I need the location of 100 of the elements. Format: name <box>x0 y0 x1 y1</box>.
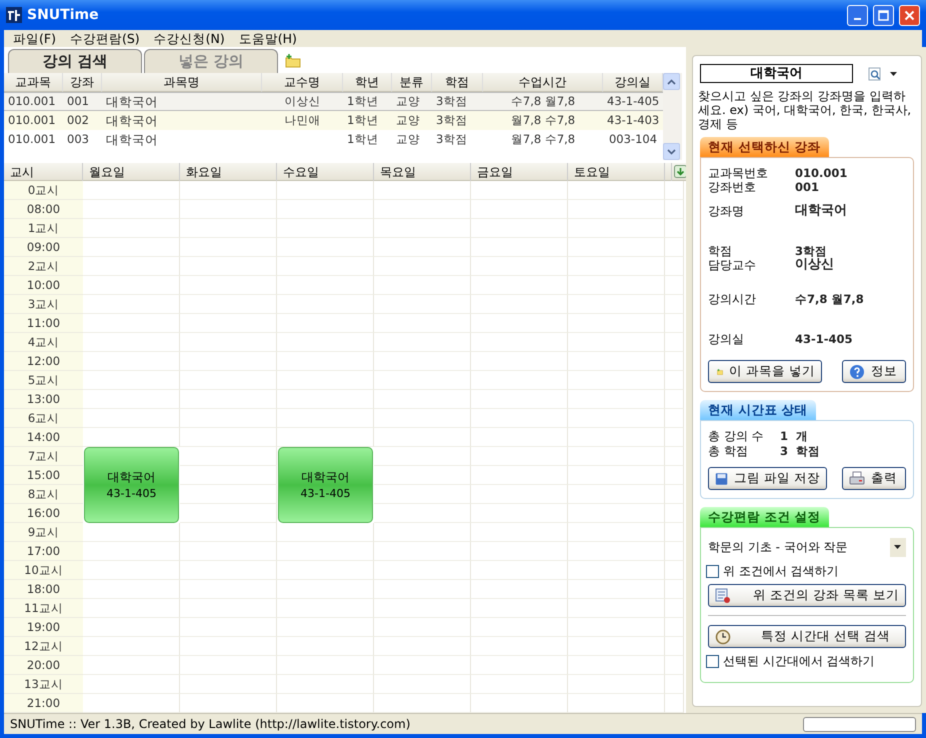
column-header[interactable]: 강의실 <box>603 73 663 92</box>
close-button[interactable] <box>899 4 920 26</box>
time-label: 21:00 <box>4 694 83 713</box>
caret-icon[interactable] <box>890 72 897 76</box>
save-image-button[interactable]: 그림 파일 저장 <box>708 467 827 490</box>
tab[interactable]: 강의 검색 <box>8 49 142 73</box>
clock-icon <box>715 628 731 644</box>
timetable-cell <box>665 542 684 561</box>
category-dropdown[interactable]: 학문의 기초 - 국어와 작문 <box>708 536 906 558</box>
day-header: 월요일 <box>83 163 180 181</box>
table-cell-text: 교양 <box>395 131 421 148</box>
timetable-cell <box>665 257 684 276</box>
timetable-cell <box>665 295 684 314</box>
time-label: 13교시 <box>4 675 83 694</box>
table-cell: 월7,8 수7,8 <box>483 111 603 130</box>
table-cell: 1학년 <box>343 111 392 130</box>
table-cell: 수7,8 월7,8 <box>483 92 603 111</box>
down-arrow-icon[interactable] <box>674 165 687 178</box>
column-header[interactable]: 교수명 <box>262 73 343 92</box>
search-icon[interactable] <box>868 66 882 80</box>
column-header[interactable]: 학년 <box>343 73 392 92</box>
field-label: 강좌번호 <box>708 180 757 194</box>
time-label: 18:00 <box>4 580 83 599</box>
timetable-cell <box>665 276 684 295</box>
column-header[interactable]: 분류 <box>392 73 432 92</box>
menu-item[interactable]: 수강편람(S) <box>62 30 147 47</box>
close-icon <box>904 10 915 20</box>
menu-item[interactable]: 파일(F) <box>6 30 63 47</box>
checkbox[interactable]: 선택된 시간대에서 검색하기 <box>706 652 906 670</box>
table-cell: 교양 <box>392 92 432 111</box>
info-button[interactable]: 정보 <box>842 360 906 383</box>
scrollbar[interactable] <box>663 73 682 160</box>
field-label: 강의실 <box>708 332 745 346</box>
time-label: 10:00 <box>4 276 83 295</box>
maximize-button[interactable] <box>873 4 894 26</box>
search-field[interactable]: 대학국어 <box>700 64 853 83</box>
timetable-cell <box>665 333 684 352</box>
field-value: 3 <box>780 444 790 459</box>
field-value: 3학점 <box>795 244 828 258</box>
field-value: 001 <box>795 180 820 194</box>
class-title: 대학국어 <box>302 468 350 486</box>
timetable-cell <box>665 219 684 238</box>
field-label: 담당교수 <box>708 258 757 272</box>
minimize-icon <box>854 18 861 20</box>
timetable-cell <box>665 561 684 580</box>
window-title: SNUTime <box>27 6 100 24</box>
timetable-cell <box>665 390 684 409</box>
course-list-button[interactable]: 위 조건의 강좌 목록 보기 <box>708 584 906 607</box>
time-search-button[interactable]: 특정 시간대 선택 검색 <box>708 625 906 648</box>
table-cell: 001 <box>63 92 102 111</box>
add-course-button[interactable]: 이 과목을 넣기 <box>708 360 822 383</box>
table-cell: 002 <box>63 111 102 130</box>
time-label: 4교시 <box>4 333 83 352</box>
printer-icon <box>848 470 865 486</box>
timetable-cell <box>665 371 684 390</box>
column-header[interactable]: 수업시간 <box>483 73 603 92</box>
column-header[interactable]: 강좌 <box>63 73 102 92</box>
timetable-cell <box>665 580 684 599</box>
timetable-cell <box>665 238 684 257</box>
status-text: SNUTime :: Ver 1.3B, Created by Lawlite (http://lawlite.tistory.com) <box>10 716 410 733</box>
table-cell: 대학국어 <box>102 92 262 111</box>
table-cell: 나민애 <box>262 111 343 130</box>
menu-item[interactable]: 수강신청(N) <box>146 30 232 47</box>
unit-label: 학점 <box>796 444 820 459</box>
field-label: 총 학점 <box>708 444 749 459</box>
day-header: 목요일 <box>374 163 471 181</box>
class-block[interactable]: 대학국어 43-1-405 <box>278 447 373 523</box>
column-header[interactable]: 학점 <box>432 73 483 92</box>
scroll-up-icon[interactable] <box>667 78 676 84</box>
field-label: 강좌명 <box>708 204 745 218</box>
time-label: 12교시 <box>4 637 83 656</box>
app-logo-icon <box>6 7 22 23</box>
class-block[interactable]: 대학국어 43-1-405 <box>84 447 179 523</box>
timetable-cell <box>665 181 684 200</box>
timetable-cell <box>665 428 684 447</box>
menu-item[interactable]: 도움말(H) <box>232 30 304 47</box>
list-icon <box>715 588 731 604</box>
column-header[interactable]: 과목명 <box>102 73 262 92</box>
table-cell-text: 대학국어 <box>105 131 159 149</box>
time-label: 09:00 <box>4 238 83 257</box>
timetable-cell <box>665 447 684 466</box>
time-label: 11:00 <box>4 314 83 333</box>
table-cell: 43-1-405 <box>603 92 663 111</box>
timetable-cell <box>665 675 684 694</box>
time-label: 19:00 <box>4 618 83 637</box>
column-header[interactable]: 교과목 <box>4 73 63 92</box>
new-folder-icon[interactable] <box>285 54 301 68</box>
table-cell: 1학년 <box>343 92 392 111</box>
table-cell: 43-1-403 <box>603 111 663 130</box>
time-label: 9교시 <box>4 523 83 542</box>
print-button[interactable]: 출력 <box>842 467 906 490</box>
checkbox[interactable]: 위 조건에서 검색하기 <box>706 562 906 580</box>
minimize-button[interactable] <box>847 4 868 26</box>
field-value: 대학국어 <box>795 204 848 218</box>
time-label: 1교시 <box>4 219 83 238</box>
field-value: 이상신 <box>795 258 835 272</box>
field-value: 010.001 <box>795 166 848 180</box>
class-title: 대학국어 <box>108 468 156 486</box>
scroll-down-icon[interactable] <box>667 148 676 154</box>
day-header: 금요일 <box>471 163 568 181</box>
